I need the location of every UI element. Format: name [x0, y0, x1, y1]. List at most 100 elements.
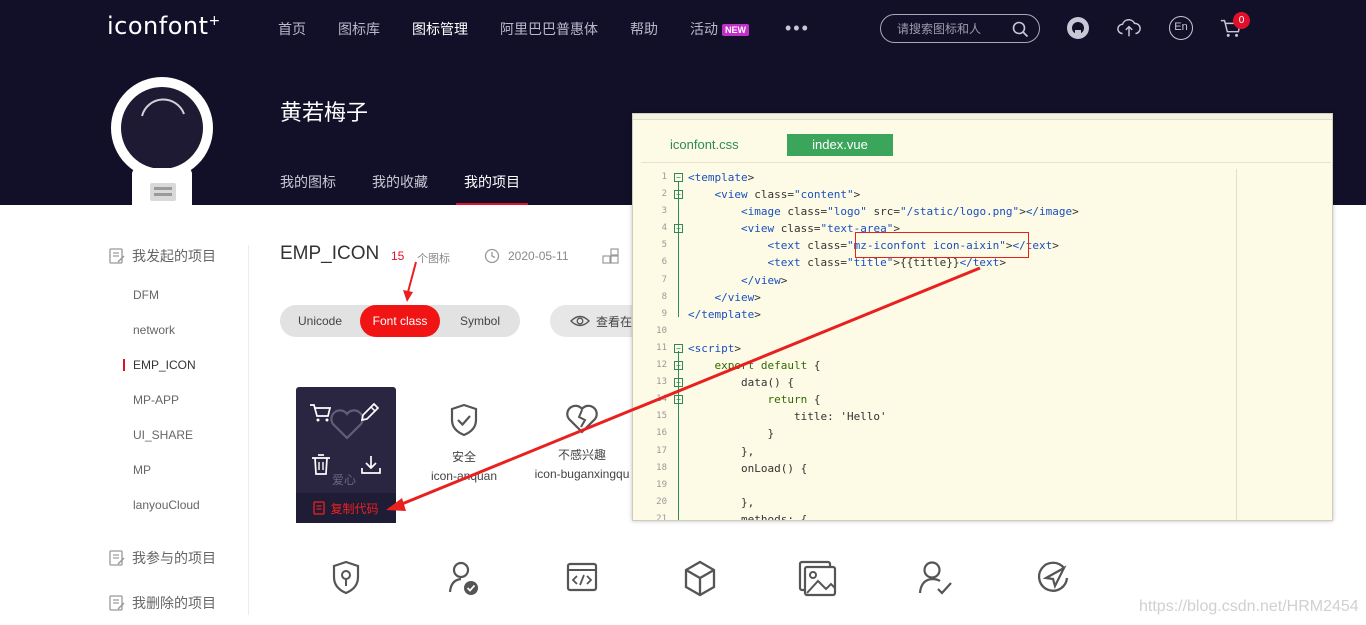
- nav-home[interactable]: 首页: [262, 18, 322, 40]
- copy-icon: [313, 501, 326, 515]
- code-line: 11− <script>: [641, 340, 1291, 357]
- copy-code-button[interactable]: 复制代码: [296, 493, 396, 523]
- add-to-cart-icon[interactable]: [309, 402, 333, 424]
- nav-alibaba-font[interactable]: 阿里巴巴普惠体: [484, 18, 614, 40]
- editor-tab-divider: [641, 162, 1331, 163]
- user-name: 黄若梅子: [280, 100, 369, 125]
- project-folder-icon: [109, 248, 125, 264]
- fold-toggle-icon[interactable]: −: [674, 224, 683, 234]
- icon-code: icon-buganxingqu: [534, 467, 630, 481]
- fold-toggle-icon[interactable]: −: [674, 190, 683, 200]
- code-text: <view class="content">: [714, 188, 861, 202]
- line-number: 19: [656, 479, 667, 490]
- editor-tab-index-vue[interactable]: index.vue: [787, 134, 893, 156]
- search-input[interactable]: [897, 20, 1007, 38]
- sidebar-started-projects[interactable]: 我发起的项目: [108, 246, 216, 266]
- more-menu-icon[interactable]: •••: [785, 18, 810, 39]
- github-icon[interactable]: [1066, 16, 1090, 40]
- download-icon[interactable]: [359, 453, 383, 477]
- code-line: 14− return {: [641, 391, 1291, 408]
- delete-icon[interactable]: [310, 453, 332, 477]
- sidebar-item-mp-app[interactable]: MP-APP: [133, 393, 179, 407]
- sidebar-item-network[interactable]: network: [133, 323, 175, 337]
- fold-toggle-icon[interactable]: −: [674, 395, 683, 405]
- line-number: 10: [656, 325, 667, 336]
- search-box: [880, 14, 1040, 43]
- code-line: 18 onLoad() {: [641, 460, 1291, 477]
- sidebar-started-label: 我发起的项目: [132, 248, 216, 264]
- sidebar-item-ui-share[interactable]: UI_SHARE: [133, 428, 193, 442]
- user-verified-icon[interactable]: [448, 560, 480, 598]
- edit-icon[interactable]: [358, 400, 382, 424]
- mode-unicode[interactable]: Unicode: [280, 305, 360, 337]
- line-number: 14: [656, 394, 667, 405]
- sidebar-item-lanyoucloud[interactable]: lanyouCloud: [133, 498, 200, 512]
- compass-navigation-icon[interactable]: [1036, 560, 1072, 596]
- code-line: 1− <template>: [641, 169, 1291, 186]
- icon-card-anquan[interactable]: 安全 icon-anquan: [404, 403, 524, 483]
- astronaut-avatar[interactable]: [110, 76, 215, 211]
- user-check-icon[interactable]: [918, 560, 954, 598]
- profile-tabs: 我的图标 我的收藏 我的项目: [280, 172, 556, 205]
- icon-card-buganxingqu[interactable]: 不感兴趣 icon-buganxingqu: [522, 403, 642, 481]
- mode-font-class[interactable]: Font class: [360, 305, 440, 337]
- line-number: 5: [661, 240, 667, 251]
- sidebar-item-emp-icon[interactable]: EMP_ICON: [123, 358, 196, 372]
- nav-icon-management[interactable]: 图标管理: [396, 18, 484, 40]
- shield-check-icon: [450, 403, 478, 437]
- code-area[interactable]: 1− <template> 2− <view class="content"> 3 <…: [641, 169, 1291, 521]
- mode-symbol[interactable]: Symbol: [440, 305, 520, 337]
- language-icon[interactable]: En: [1169, 16, 1193, 40]
- code-line: 2− <view class="content">: [641, 186, 1291, 203]
- code-text: methods: {: [688, 512, 808, 521]
- sidebar-joined-projects[interactable]: 我参与的项目: [108, 548, 216, 568]
- line-number: 7: [661, 274, 667, 285]
- tab-my-projects[interactable]: 我的项目: [456, 172, 528, 205]
- line-number: 12: [656, 360, 667, 371]
- project-settings-icon[interactable]: [602, 248, 620, 266]
- line-number: 4: [661, 223, 667, 234]
- line-number: 6: [661, 257, 667, 268]
- fold-toggle-icon[interactable]: −: [674, 378, 683, 388]
- line-number: 11: [656, 342, 667, 353]
- tab-my-icons[interactable]: 我的图标: [280, 172, 336, 192]
- line-number: 16: [656, 428, 667, 439]
- shield-key-icon[interactable]: [331, 560, 361, 598]
- project-folder-icon: [109, 595, 125, 611]
- code-line: 10: [641, 323, 1291, 340]
- cube-icon[interactable]: [683, 560, 717, 598]
- broken-heart-icon: [566, 404, 598, 434]
- image-gallery-icon[interactable]: [798, 560, 838, 598]
- tab-my-favorites[interactable]: 我的收藏: [372, 172, 428, 192]
- iconfont-logo[interactable]: iconfont+: [107, 12, 221, 40]
- project-date: 2020-05-11: [484, 248, 569, 264]
- nav-help[interactable]: 帮助: [614, 18, 674, 40]
- sidebar-deleted-projects[interactable]: 我删除的项目: [108, 593, 216, 613]
- main-nav: 首页 图标库 图标管理 阿里巴巴普惠体 帮助 活动 NEW: [262, 18, 765, 40]
- icon-card-aixin-hover[interactable]: 爱心 复制代码: [296, 387, 396, 523]
- sidebar-divider: [248, 245, 249, 615]
- code-window-icon[interactable]: [566, 560, 598, 594]
- annotation-arrow: [407, 261, 417, 293]
- code-text: onLoad() {: [688, 461, 808, 475]
- cart-count-badge: 0: [1233, 12, 1250, 29]
- code-line: 12− export default {: [641, 357, 1291, 374]
- search-icon[interactable]: [1012, 21, 1029, 38]
- sidebar-deleted-label: 我删除的项目: [132, 595, 216, 611]
- fold-toggle-icon[interactable]: −: [674, 173, 683, 182]
- editor-tab-iconfont-css[interactable]: iconfont.css: [670, 134, 739, 156]
- nav-icon-library[interactable]: 图标库: [322, 18, 396, 40]
- fold-toggle-icon[interactable]: −: [674, 361, 683, 371]
- code-mode-switch: Unicode Font class Symbol: [280, 305, 520, 337]
- sidebar-item-mp[interactable]: MP: [133, 463, 151, 477]
- icon-count-unit: 个图标: [417, 253, 450, 265]
- nav-activity[interactable]: 活动 NEW: [674, 18, 765, 40]
- fold-toggle-icon[interactable]: −: [674, 343, 683, 353]
- code-text: <template>: [688, 171, 755, 184]
- sidebar-item-dfm[interactable]: DFM: [133, 288, 159, 302]
- icon-name: 爱心: [332, 473, 357, 487]
- logo-plus: +: [208, 13, 221, 29]
- project-folder-icon: [109, 550, 125, 566]
- upload-cloud-icon[interactable]: [1117, 16, 1141, 40]
- code-line: 19: [641, 477, 1291, 494]
